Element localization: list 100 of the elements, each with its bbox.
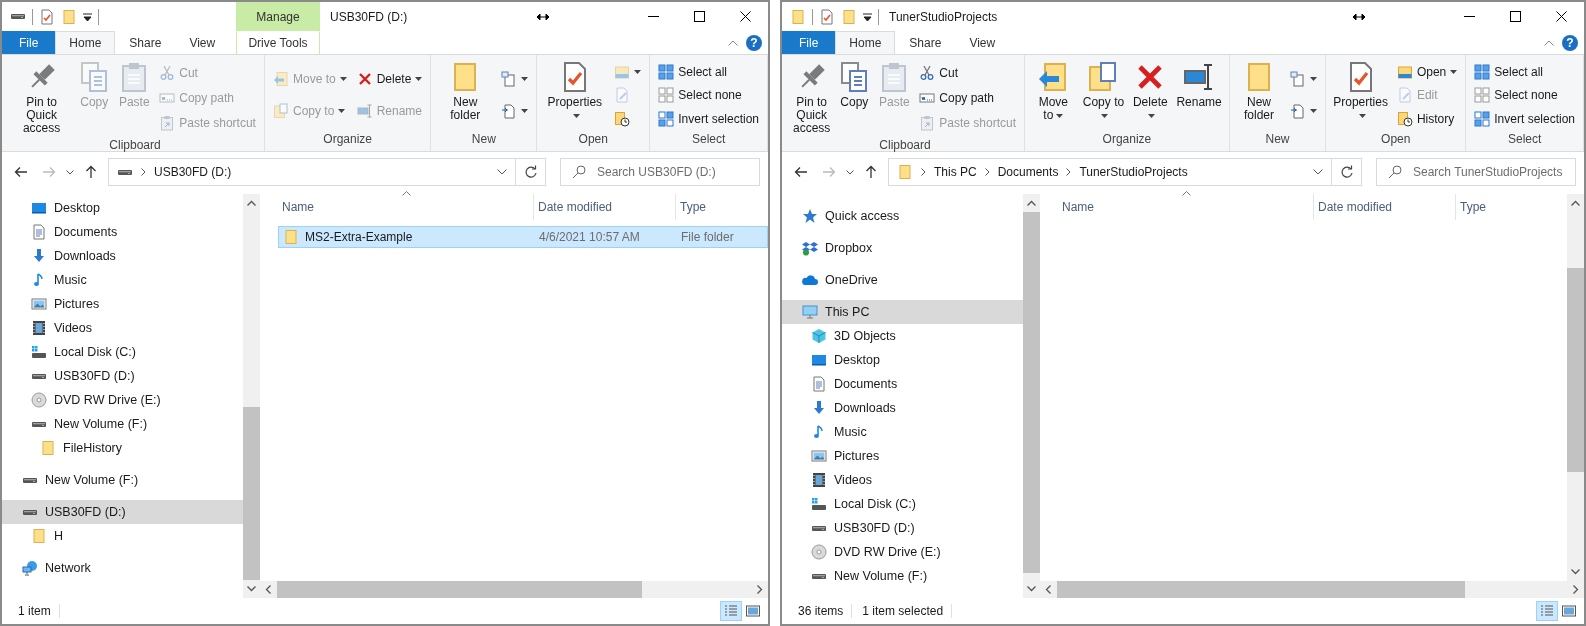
scroll-up-icon[interactable] [247, 200, 256, 206]
search-field[interactable]: Search USB30FD (D:) [560, 158, 760, 186]
nav-item[interactable]: New Volume (F:) [2, 412, 243, 436]
ribbon-button[interactable]: Invert selection [656, 107, 761, 130]
scroll-thumb[interactable] [1057, 581, 1465, 598]
nav-item[interactable]: Documents [782, 372, 1023, 396]
ribbon-tab[interactable]: Home [55, 31, 116, 54]
collapse-ribbon-icon[interactable] [728, 39, 738, 46]
nav-item[interactable]: Videos [782, 468, 1023, 492]
nav-item[interactable]: Dropbox [782, 236, 1023, 260]
scroll-left-icon[interactable] [1045, 585, 1051, 594]
ribbon-button[interactable]: Select none [1472, 84, 1577, 106]
ribbon-button[interactable]: Delete [1128, 59, 1173, 131]
help-button[interactable]: ? [746, 34, 762, 51]
search-field[interactable]: Search TunerStudioProjects [1376, 158, 1576, 186]
scroll-right-icon[interactable] [757, 585, 763, 594]
ribbon-button[interactable]: Move to [1028, 59, 1079, 131]
nav-item[interactable]: 3D Objects [782, 324, 1023, 348]
customize-caret-icon[interactable] [83, 12, 92, 21]
ribbon-button[interactable]: Cut [917, 62, 1019, 84]
nav-item[interactable]: USB30FD (D:) [2, 500, 243, 524]
ribbon-tab[interactable]: Share [115, 31, 176, 54]
nav-item[interactable]: DVD RW Drive (E:) [782, 540, 1023, 564]
scroll-up-icon[interactable] [1027, 200, 1036, 206]
nav-item[interactable]: H [2, 524, 243, 548]
ribbon-button[interactable]: Pin to Quick access [789, 59, 835, 137]
nav-item[interactable]: OneDrive [782, 268, 1023, 292]
nav-item[interactable]: Documents [2, 220, 243, 244]
nav-item[interactable]: USB30FD (D:) [2, 364, 243, 388]
scroll-thumb[interactable] [277, 581, 642, 598]
nav-item[interactable]: Downloads [782, 396, 1023, 420]
scroll-thumb[interactable] [1567, 268, 1584, 472]
ribbon-button[interactable]: Delete [354, 68, 425, 91]
nav-item[interactable]: This PC [782, 300, 1023, 324]
ribbon-button[interactable]: History [1394, 107, 1460, 130]
scroll-right-icon[interactable] [1573, 585, 1579, 594]
ribbon-button[interactable]: Pin to Quick access [9, 59, 75, 137]
breadcrumb[interactable]: TunerStudioProjects [1079, 165, 1188, 179]
ribbon-button[interactable]: Open [1394, 60, 1460, 83]
ribbon-button[interactable]: Copy [834, 59, 875, 137]
ribbon-button[interactable]: Properties [1329, 59, 1392, 131]
column-header[interactable]: Name [1058, 194, 1314, 220]
nav-item[interactable]: New Volume (F:) [782, 564, 1023, 588]
nav-item[interactable]: Pictures [2, 292, 243, 316]
ribbon-button[interactable]: Select none [656, 84, 761, 106]
ribbon-button[interactable]: Select all [1472, 60, 1577, 83]
nav-item[interactable]: Quick access [782, 204, 1023, 228]
nav-item[interactable]: Music [782, 420, 1023, 444]
file-tab[interactable]: File [2, 31, 56, 54]
ribbon-button[interactable]: Copy path [917, 87, 1019, 109]
ribbon-button[interactable]: Invert selection [1472, 107, 1577, 130]
nav-item[interactable]: Local Disk (C:) [2, 340, 243, 364]
scrollbar[interactable] [260, 581, 768, 598]
nav-item[interactable]: DVD RW Drive (E:) [2, 388, 243, 412]
ribbon-button[interactable]: Select all [656, 60, 761, 83]
column-header[interactable]: Type [676, 194, 768, 220]
file-tab[interactable]: File [782, 31, 836, 54]
customize-caret-icon[interactable] [863, 12, 872, 21]
file-row[interactable]: MS2-Extra-Example 4/6/2021 10:57 AM File folder [278, 226, 768, 248]
help-button[interactable]: ? [1562, 34, 1578, 51]
nav-item[interactable]: Desktop [2, 196, 243, 220]
recent-locations-icon[interactable] [66, 169, 74, 175]
scrollbar[interactable] [1040, 581, 1584, 598]
scroll-down-icon[interactable] [1571, 569, 1580, 575]
scroll-thumb[interactable] [243, 407, 260, 580]
ribbon-button[interactable]: Properties [540, 59, 610, 131]
column-header[interactable]: Date modified [534, 194, 676, 220]
collapse-ribbon-icon[interactable] [1544, 39, 1554, 46]
dropdown-caret-icon[interactable] [1313, 169, 1323, 175]
ribbon-button[interactable]: Copy to [1078, 59, 1129, 131]
column-header[interactable]: Name [278, 194, 534, 220]
nav-item[interactable]: Music [2, 268, 243, 292]
nav-item[interactable]: USB30FD (D:) [782, 516, 1023, 540]
address-bar[interactable]: USB30FD (D:) [108, 158, 546, 186]
ribbon-tab[interactable]: View [175, 31, 230, 54]
dropdown-caret-icon[interactable] [497, 169, 507, 175]
ribbon-button[interactable]: New folder [434, 59, 497, 131]
ribbon-tab[interactable]: Home [835, 31, 896, 54]
scroll-down-icon[interactable] [1027, 586, 1036, 592]
nav-item[interactable]: FileHistory [2, 436, 243, 460]
breadcrumb[interactable]: This PC [934, 165, 977, 179]
nav-item[interactable]: Local Disk (C:) [782, 492, 1023, 516]
column-header[interactable]: Type [1456, 194, 1567, 220]
nav-item[interactable]: Desktop [782, 348, 1023, 372]
scrollbar[interactable] [1567, 194, 1584, 581]
address-bar[interactable]: This PC Documents TunerStudioProjects [888, 158, 1362, 186]
ribbon-button[interactable]: New folder [1232, 59, 1286, 131]
nav-item[interactable]: New Volume (F:) [2, 468, 243, 492]
nav-item[interactable]: Videos [2, 316, 243, 340]
scrollbar[interactable] [243, 194, 260, 598]
ribbon-tab[interactable]: Share [895, 31, 956, 54]
breadcrumb[interactable]: Documents [997, 165, 1059, 179]
breadcrumb[interactable]: USB30FD (D:) [154, 165, 232, 179]
recent-locations-icon[interactable] [846, 169, 854, 175]
ribbon-tab[interactable]: View [955, 31, 1010, 54]
scroll-left-icon[interactable] [265, 585, 271, 594]
scroll-up-icon[interactable] [1571, 200, 1580, 206]
nav-item[interactable]: Downloads [2, 244, 243, 268]
nav-item[interactable]: Pictures [782, 444, 1023, 468]
ribbon-button[interactable]: Rename [1172, 59, 1226, 131]
